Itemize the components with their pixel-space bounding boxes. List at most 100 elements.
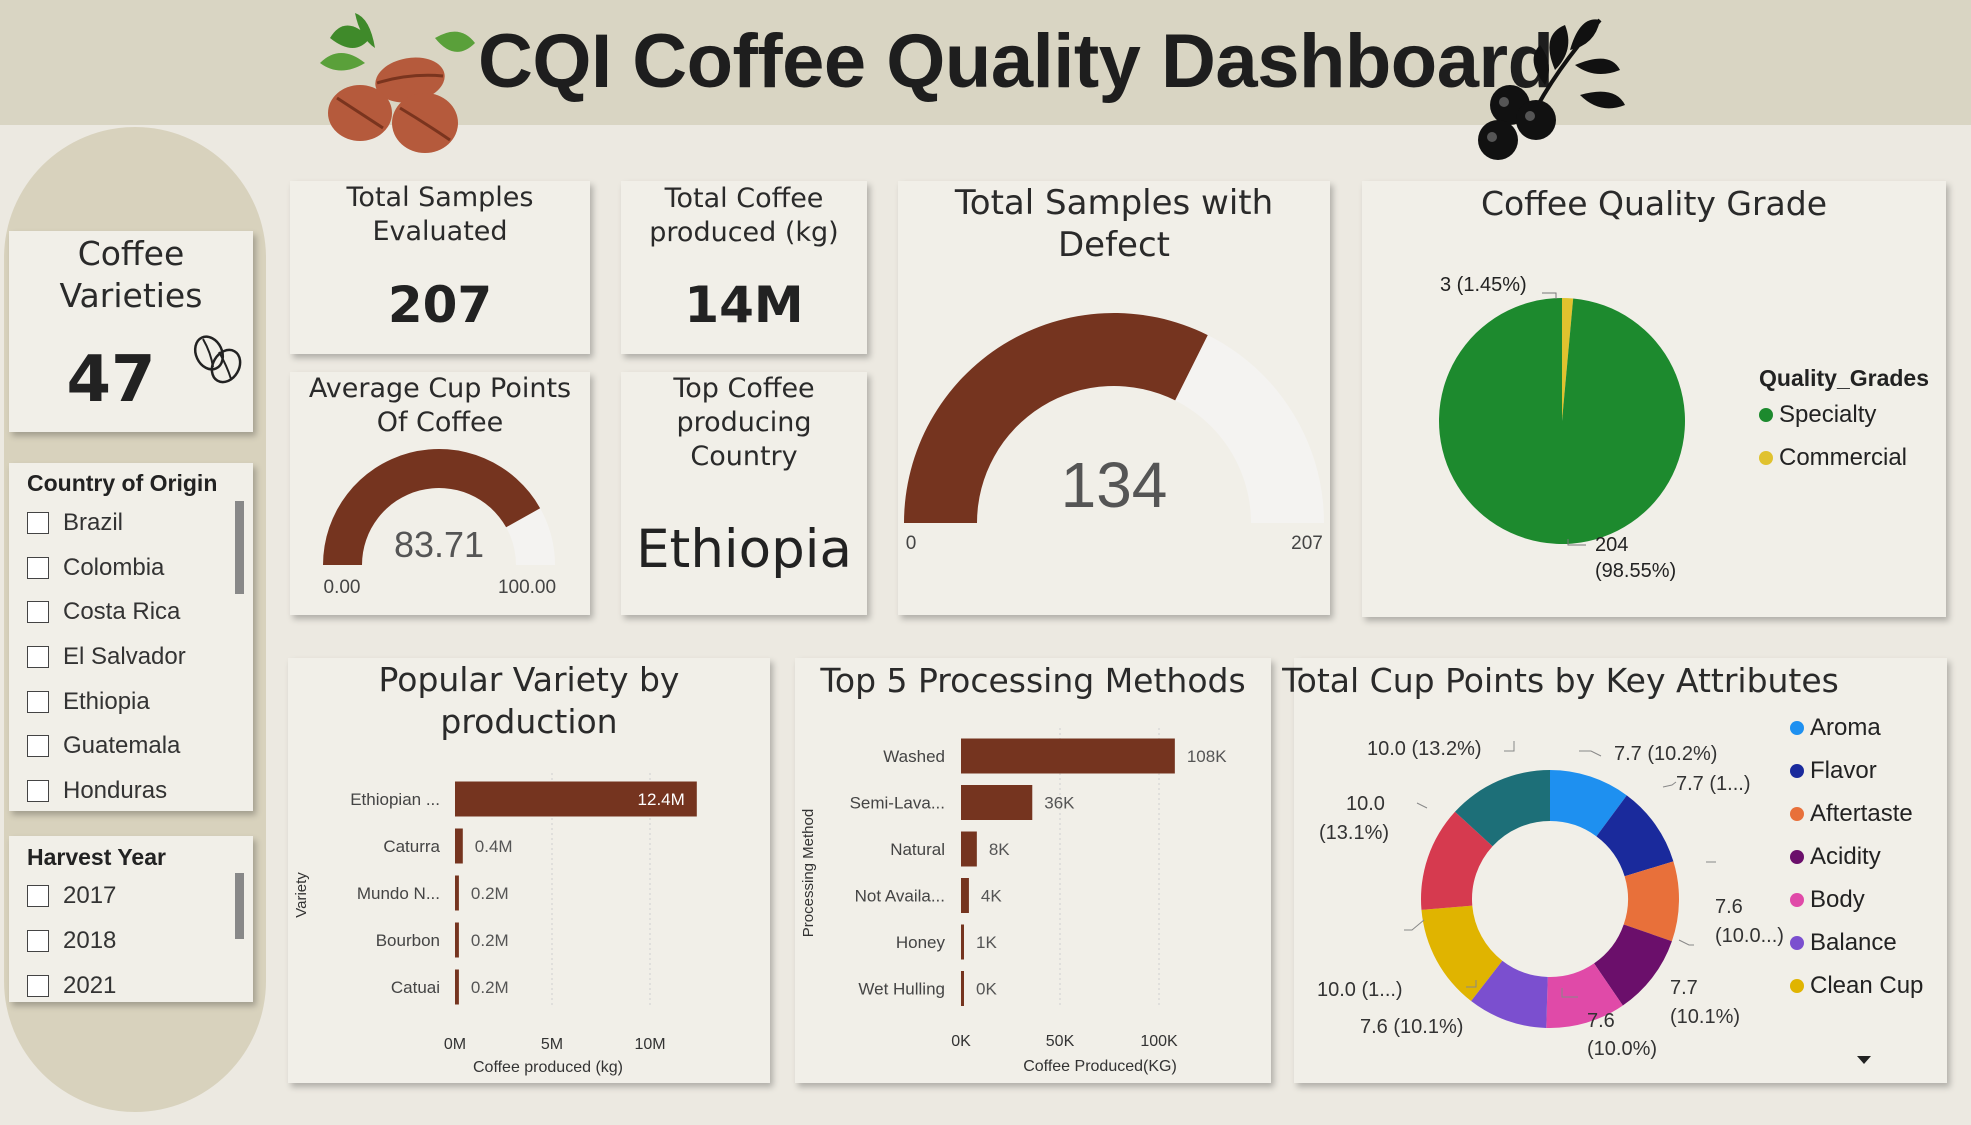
processing-tick-0: 0K [951,1033,971,1050]
processing-category-label: Natural [890,840,945,859]
year-slicer: Harvest Year 2017 2018 2021 [9,836,253,1002]
year-item-2018[interactable]: 2018 [27,926,116,956]
cup-points-card: Average Cup Points Of Coffee 83.71 0.00 … [290,372,590,615]
checkbox[interactable] [27,691,49,713]
variety-bar-chart: Ethiopian ... 12.4M Caturra 0.4M Mundo N... 0… [293,773,697,1076]
year-item-2021[interactable]: 2021 [27,971,116,1001]
donut-label-acidity-2: (10.1%) [1670,1006,1740,1028]
country-item-el-salvador[interactable]: El Salvador [27,642,186,672]
variety-bar[interactable] [455,922,459,958]
top-country-label: Top Coffee producing Country [673,373,815,472]
legend-item-specialty[interactable]: Specialty [1759,401,1876,429]
gauge-value: 134 [1061,449,1168,521]
processing-bar[interactable] [961,785,1033,820]
legend-label: Clean Cup [1810,972,1924,999]
gauge-value: 83.71 [394,524,484,565]
varieties-label: Coffee Varieties [59,234,203,315]
variety-category-label: Bourbon [376,931,440,950]
processing-category-label: Washed [883,747,945,766]
year-item-label: 2021 [63,972,117,999]
checkbox[interactable] [27,557,49,579]
year-item-2017[interactable]: 2017 [27,881,116,911]
country-item-brazil[interactable]: Brazil [27,508,123,538]
coffee-plant-icon [1478,18,1625,160]
donut-label-acidity-1: 7.7 [1670,977,1698,999]
processing-bar[interactable] [961,924,964,960]
country-item-label: Honduras [63,777,168,804]
checkbox[interactable] [27,930,49,952]
top-country-card: Top Coffee producing Country Ethiopia [621,372,867,615]
donut-label-aroma: 7.7 (10.2%) [1614,743,1717,765]
produced-label: Total Coffee produced (kg) [649,183,839,248]
legend-item-aftertaste[interactable]: Aftertaste [1790,800,1913,828]
samples-card: Total Samples Evaluated 207 [290,181,590,354]
processing-value-label: 108K [1187,747,1227,766]
legend-item-balance[interactable]: Balance [1790,929,1897,957]
variety-category-label: Catuai [391,978,440,997]
legend-dot [1790,721,1804,735]
checkbox[interactable] [27,975,49,997]
legend-item-clean-cup[interactable]: Clean Cup [1790,972,1923,1000]
processing-bar[interactable] [961,738,1175,774]
checkbox[interactable] [27,646,49,668]
processing-tick-50: 50K [1046,1033,1075,1050]
checkbox[interactable] [27,780,49,802]
country-item-ethiopia[interactable]: Ethiopia [27,687,150,717]
country-slicer: Country of Origin Brazil Colombia Costa … [9,463,253,811]
country-item-label: Colombia [63,554,165,581]
variety-value-label: 12.4M [638,790,685,809]
legend-dot [1790,979,1804,993]
legend-dot [1790,936,1804,950]
legend-dot [1759,451,1773,465]
processing-bar-chart: Washed 108K Semi-Lava... 36K Natural 8K Not Av… [800,728,1227,1075]
variety-tick-5: 5M [541,1036,563,1053]
legend-scroll-down-icon[interactable] [1855,1054,1873,1066]
checkbox[interactable] [27,601,49,623]
variety-bar[interactable] [455,828,463,864]
samples-value: 207 [387,276,493,334]
country-scrollbar[interactable] [235,501,244,594]
legend-item-acidity[interactable]: Acidity [1790,843,1881,871]
donut-label-aftertaste-1: 7.6 [1715,896,1743,918]
processing-bar[interactable] [961,831,977,867]
pie-label-specialty-value: 204 [1595,534,1628,556]
country-item-costa-rica[interactable]: Costa Rica [27,597,180,627]
quality-pie-chart: 3 (1.45%) 204 (98.55%) [1439,274,1685,582]
country-item-guatemala[interactable]: Guatemala [27,731,180,761]
legend-label: Body [1810,886,1865,913]
variety-category-label: Caturra [383,837,440,856]
checkbox[interactable] [27,735,49,757]
page-title: CQI Coffee Quality Dashboard [478,19,1554,104]
checkbox[interactable] [27,885,49,907]
country-item-honduras[interactable]: Honduras [27,776,167,806]
legend-dot [1790,807,1804,821]
country-item-colombia[interactable]: Colombia [27,553,164,583]
top-country-value: Ethiopia [636,519,852,580]
cup-points-gauge: 83.71 0.00 100.00 [323,449,556,598]
donut-label-body-2: (10.0%) [1587,1038,1657,1060]
legend-dot [1790,850,1804,864]
varieties-card: Coffee Varieties 47 [9,231,253,432]
legend-item-commercial[interactable]: Commercial [1759,444,1907,472]
year-scrollbar[interactable] [235,873,244,939]
processing-xlabel: Coffee Produced(KG) [1023,1058,1177,1075]
processing-category-label: Wet Hulling [858,980,945,999]
legend-item-flavor[interactable]: Flavor [1790,757,1877,785]
country-slicer-title: Country of Origin [27,470,218,496]
coffee-bean-icon [193,335,242,384]
variety-bar[interactable] [455,875,459,911]
variety-category-label: Ethiopian ... [350,790,440,809]
samples-label: Total Samples Evaluated [346,182,534,247]
country-item-label: Ethiopia [63,688,150,715]
legend-item-aroma[interactable]: Aroma [1790,714,1881,742]
variety-card: Popular Variety by production Ethiopian … [288,658,770,1083]
checkbox[interactable] [27,512,49,534]
legend-label: Flavor [1810,757,1877,784]
processing-bar[interactable] [961,971,964,1006]
variety-bar[interactable] [455,969,459,1005]
legend-item-body[interactable]: Body [1790,886,1865,914]
processing-bar[interactable] [961,878,969,913]
donut-label-clean-cup: 10.0 (1...) [1317,979,1403,1001]
defect-gauge: 134 0 207 [904,313,1324,554]
pie-slice-specialty[interactable] [1439,298,1685,544]
